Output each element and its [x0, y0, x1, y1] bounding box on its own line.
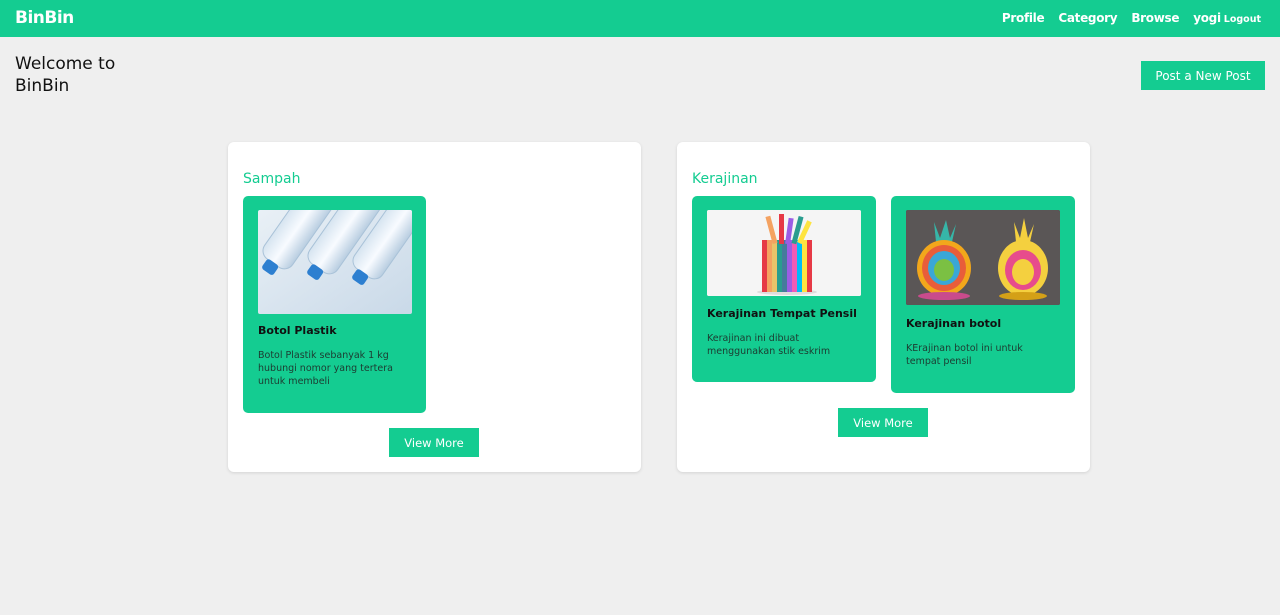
pineapple-craft-image [906, 210, 1060, 305]
nav-logout[interactable]: Logout [1224, 14, 1261, 25]
nav-browse[interactable]: Browse [1131, 11, 1179, 25]
welcome-heading: Welcome to BinBin [15, 54, 116, 96]
post-new-button[interactable]: Post a New Post [1141, 61, 1265, 90]
plastic-bottles-image [258, 210, 412, 314]
post-card[interactable]: Botol Plastik Botol Plastik sebanyak 1 k… [243, 196, 426, 413]
nav-links: Profile Category Browse yogi Logout [1002, 11, 1261, 25]
nav-profile[interactable]: Profile [1002, 11, 1045, 25]
nav-category[interactable]: Category [1058, 11, 1117, 25]
section-title: Sampah [243, 171, 301, 187]
section-kerajinan: Kerajinan Kerajinan Tempat Pensil Keraji… [677, 142, 1090, 472]
post-card[interactable]: Kerajinan Tempat Pensil Kerajinan ini di… [692, 196, 876, 382]
section-title: Kerajinan [692, 171, 758, 187]
section-sampah: Sampah Botol Plastik Botol Plastik seban… [228, 142, 641, 472]
brand-logo[interactable]: BinBin [15, 8, 74, 28]
pencil-holder-image [707, 210, 861, 296]
post-card[interactable]: Kerajinan botol KErajinan botol ini untu… [891, 196, 1075, 393]
card-title: Kerajinan botol [906, 317, 1002, 330]
view-more-button[interactable]: View More [838, 408, 928, 437]
card-description: Kerajinan ini dibuat menggunakan stik es… [707, 333, 831, 357]
card-description: KErajinan botol ini untuk tempat pensil [906, 343, 1023, 367]
card-description: Botol Plastik sebanyak 1 kg hubungi nomo… [258, 350, 393, 387]
card-title: Botol Plastik [258, 324, 337, 337]
nav-username[interactable]: yogi [1193, 11, 1221, 25]
top-navbar: BinBin Profile Category Browse yogi Logo… [0, 0, 1280, 37]
view-more-button[interactable]: View More [389, 428, 479, 457]
card-title: Kerajinan Tempat Pensil [707, 307, 857, 320]
